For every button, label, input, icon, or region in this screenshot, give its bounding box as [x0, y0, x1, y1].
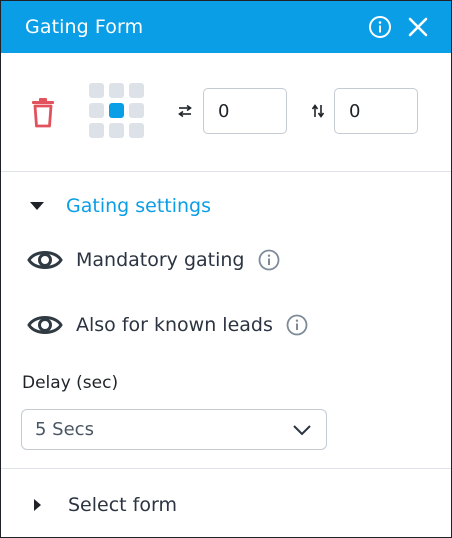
trash-icon[interactable] — [31, 98, 55, 132]
grid-cell-bottom-right[interactable] — [129, 123, 144, 138]
chevron-down-icon — [292, 424, 312, 436]
offset-y-input[interactable] — [334, 88, 418, 134]
grid-cell-top-center[interactable] — [109, 83, 124, 98]
eye-icon[interactable] — [27, 248, 63, 272]
caret-right-icon — [33, 498, 42, 512]
delay-select[interactable]: 5 Secs — [21, 409, 327, 450]
section-divider — [1, 468, 451, 469]
grid-cell-center[interactable] — [109, 103, 124, 118]
select-form-toggle[interactable]: Select form — [33, 494, 177, 516]
gating-form-panel: Gating Form 0 0 Gating settings Mandator… — [0, 0, 452, 538]
eye-icon[interactable] — [27, 313, 63, 337]
panel-header: Gating Form — [1, 1, 451, 53]
mandatory-gating-label: Mandatory gating — [76, 249, 245, 271]
header-actions — [368, 15, 429, 39]
select-form-label: Select form — [68, 494, 177, 516]
known-leads-option: Also for known leads — [27, 313, 308, 337]
grid-cell-bottom-center[interactable] — [109, 123, 124, 138]
delay-label: Delay (sec) — [22, 373, 119, 393]
grid-cell-middle-right[interactable] — [129, 103, 144, 118]
panel-title: Gating Form — [25, 16, 144, 38]
info-circle-icon[interactable] — [286, 314, 308, 336]
horizontal-arrows-icon — [177, 104, 193, 118]
grid-cell-top-left[interactable] — [89, 83, 104, 98]
position-grid — [89, 83, 144, 138]
position-toolbar — [1, 53, 451, 172]
grid-cell-middle-left[interactable] — [89, 103, 104, 118]
vertical-arrows-icon — [311, 103, 325, 119]
close-icon[interactable] — [407, 16, 429, 38]
mandatory-gating-option: Mandatory gating — [27, 248, 280, 272]
grid-cell-bottom-left[interactable] — [89, 123, 104, 138]
grid-cell-top-right[interactable] — [129, 83, 144, 98]
info-circle-icon[interactable] — [258, 249, 280, 271]
known-leads-label: Also for known leads — [76, 314, 273, 336]
gating-settings-label: Gating settings — [66, 195, 212, 217]
offset-x-input[interactable] — [203, 88, 287, 134]
gating-settings-toggle[interactable]: Gating settings — [29, 195, 211, 217]
caret-down-icon — [29, 201, 45, 211]
info-icon[interactable] — [368, 15, 392, 39]
delay-select-value: 5 Secs — [35, 419, 94, 440]
